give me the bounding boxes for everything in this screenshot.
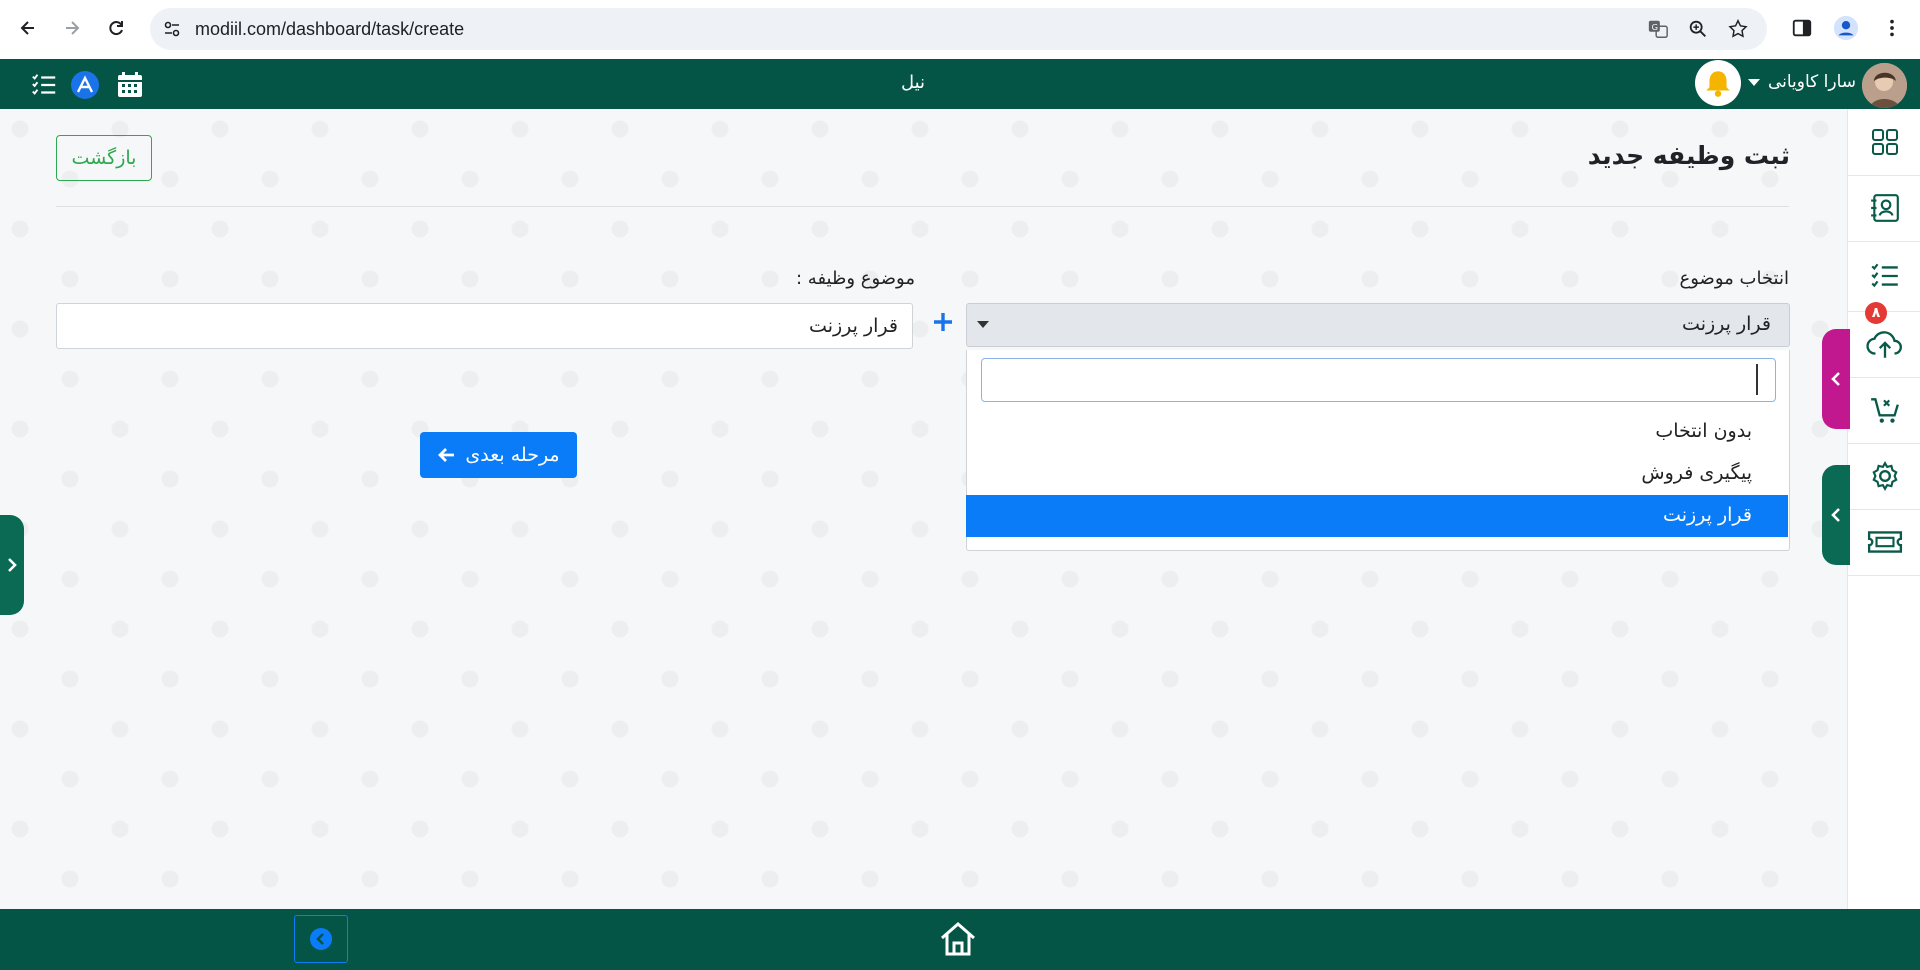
notification-bell-icon[interactable] xyxy=(1695,60,1741,106)
avatar[interactable] xyxy=(1862,63,1907,108)
user-menu-caret-icon[interactable] xyxy=(1748,79,1760,86)
forward-arrow-icon[interactable] xyxy=(56,12,88,44)
home-icon xyxy=(941,922,975,956)
add-topic-button[interactable] xyxy=(929,307,957,337)
url-text[interactable]: modiil.com/dashboard/task/create xyxy=(195,19,464,40)
cart-icon xyxy=(1870,398,1899,423)
chevron-circle-left-icon xyxy=(310,928,332,950)
dropdown-option[interactable]: بدون انتخاب xyxy=(966,411,1788,453)
arrow-left-icon xyxy=(438,448,455,462)
app-logo-icon[interactable] xyxy=(68,68,102,102)
bookmark-star-icon[interactable] xyxy=(1726,17,1750,41)
dropdown-option-label: پیگیری فروش xyxy=(1641,462,1752,484)
task-subject-input[interactable] xyxy=(56,303,913,349)
user-name[interactable]: سارا کاویانی xyxy=(1768,72,1856,92)
reload-icon[interactable] xyxy=(100,12,132,44)
header-divider xyxy=(56,206,1789,207)
svg-text:G: G xyxy=(1652,22,1658,32)
page-title: ثبت وظیفه جدید xyxy=(1587,141,1790,170)
tasks-count-badge: ۸ xyxy=(1865,302,1887,324)
text-cursor xyxy=(1756,364,1758,395)
back-button[interactable]: بازگشت xyxy=(56,135,152,181)
chevron-right-icon xyxy=(8,558,17,572)
sidebar-item-tickets[interactable] xyxy=(1848,509,1920,576)
translate-icon[interactable]: G xyxy=(1646,17,1670,41)
expand-panel-tab-green[interactable] xyxy=(1822,465,1850,565)
topic-select-label: انتخاب موضوع xyxy=(1679,268,1789,289)
address-bar[interactable]: modiil.com/dashboard/task/create G xyxy=(150,8,1767,50)
dropdown-option[interactable]: پیگیری فروش xyxy=(966,453,1788,495)
app-header: نیل سارا کاویانی xyxy=(0,59,1920,109)
chevron-left-icon xyxy=(1831,372,1840,386)
bottom-bar xyxy=(0,909,1920,970)
expand-panel-tab-magenta[interactable] xyxy=(1822,329,1850,429)
chevron-down-icon xyxy=(977,321,989,328)
side-panel-icon[interactable] xyxy=(1788,14,1816,42)
dropdown-option-label: قرار پرزنت xyxy=(1663,504,1752,526)
cloud-upload-icon xyxy=(1865,331,1902,358)
task-subject-label: موضوع وظیفه : xyxy=(796,268,915,289)
home-button[interactable] xyxy=(936,918,980,960)
sidebar-item-dashboard[interactable] xyxy=(1848,109,1920,176)
next-step-label: مرحله بعدی xyxy=(465,444,560,466)
sidebar-item-contacts[interactable] xyxy=(1848,175,1920,242)
back-arrow-icon[interactable] xyxy=(12,12,44,44)
topic-select[interactable]: قرار پرزنت xyxy=(966,303,1790,347)
calendar-icon[interactable] xyxy=(113,68,147,102)
browser-toolbar: modiil.com/dashboard/task/create G xyxy=(0,0,1920,59)
sidebar-item-upload[interactable] xyxy=(1848,311,1920,378)
next-step-button[interactable]: مرحله بعدی xyxy=(420,432,577,478)
task-list-icon[interactable] xyxy=(27,68,61,102)
zoom-icon[interactable] xyxy=(1686,17,1710,41)
contact-book-icon xyxy=(1870,194,1899,222)
sidebar-item-tasks[interactable] xyxy=(1848,241,1920,312)
expand-left-panel-tab[interactable] xyxy=(0,515,24,615)
sidebar-item-settings[interactable] xyxy=(1848,443,1920,510)
collapse-button[interactable] xyxy=(294,915,348,963)
gear-icon xyxy=(1871,461,1898,491)
chevron-left-icon xyxy=(1831,508,1840,522)
company-title: نیل xyxy=(900,72,926,93)
site-settings-icon[interactable] xyxy=(162,19,182,39)
dropdown-search-input[interactable] xyxy=(981,358,1776,402)
plus-icon xyxy=(934,313,952,331)
profile-icon[interactable] xyxy=(1832,14,1860,42)
browser-menu-icon[interactable] xyxy=(1878,14,1906,42)
topic-select-value: قرار پرزنت xyxy=(1682,313,1771,335)
dropdown-option-selected[interactable]: قرار پرزنت xyxy=(966,495,1788,537)
task-checklist-icon xyxy=(1870,263,1898,288)
ticket-icon xyxy=(1867,531,1902,553)
dropdown-option-label: بدون انتخاب xyxy=(1655,420,1752,442)
right-sidebar xyxy=(1847,109,1920,909)
dashboard-grid-icon xyxy=(1871,129,1898,155)
sidebar-item-cart[interactable] xyxy=(1848,377,1920,444)
